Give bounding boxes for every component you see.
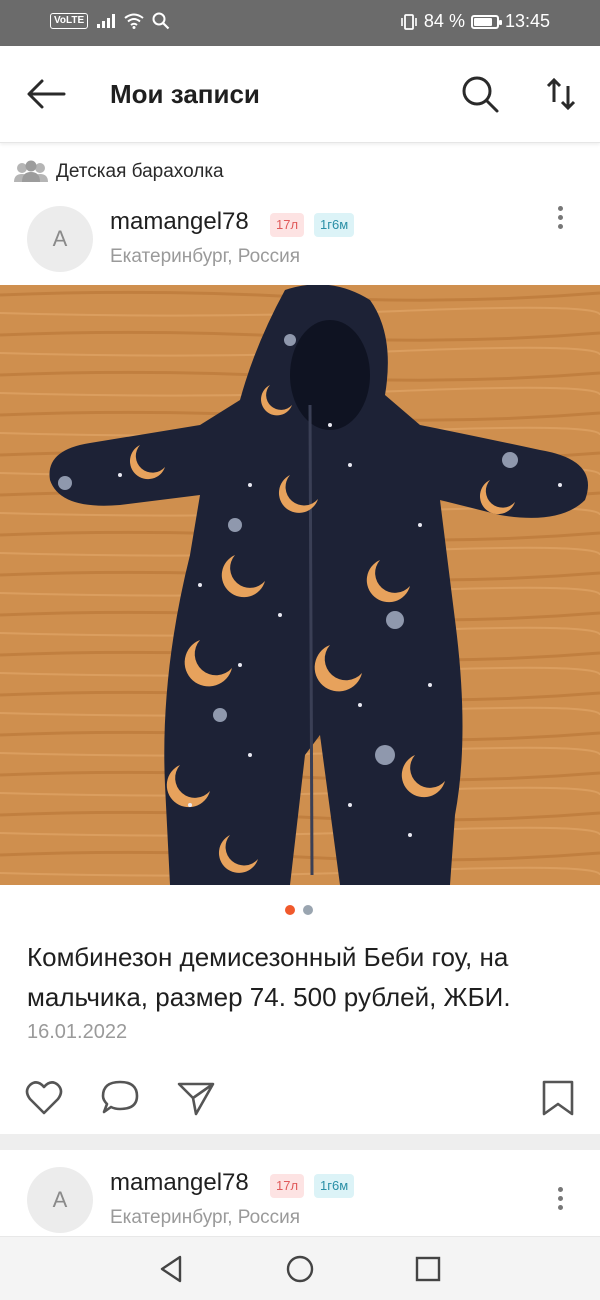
group-name[interactable]: Детская барахолка	[56, 161, 224, 183]
status-left: VoLTE	[50, 12, 170, 30]
post-header: A mamangel78 17л 1г6м Екатеринбург, Росс…	[0, 202, 600, 282]
post-header: A mamangel78 17л 1г6м Екатеринбург, Росс…	[0, 1163, 600, 1243]
nav-home-icon[interactable]	[284, 1253, 316, 1285]
search-icon[interactable]	[460, 74, 500, 114]
age-badge: 17л	[270, 213, 305, 237]
age-badge: 17л	[270, 1174, 305, 1198]
post-text: Комбинезон демисезонный Беби гоу, на мал…	[27, 942, 511, 1012]
page-title: Мои записи	[110, 79, 260, 109]
signal-icon	[97, 14, 116, 28]
author-name[interactable]: mamangel78	[110, 1169, 249, 1197]
status-bar: VoLTE 84 % 13:45	[0, 0, 600, 46]
nav-recents-icon[interactable]	[412, 1253, 444, 1285]
back-arrow-icon[interactable]	[24, 76, 68, 112]
heart-icon[interactable]	[24, 1078, 64, 1118]
wifi-icon	[124, 13, 144, 29]
pagination-dot-active	[285, 905, 295, 915]
photo-pagination	[285, 905, 313, 915]
comment-icon[interactable]	[100, 1078, 140, 1118]
battery-icon	[470, 14, 502, 29]
app-bar: Мои записи	[0, 46, 600, 143]
child-age-badge: 1г6м	[314, 213, 355, 237]
bookmark-icon[interactable]	[538, 1078, 578, 1118]
vibrate-icon	[401, 13, 417, 30]
system-nav-bar	[0, 1236, 600, 1300]
people-icon	[14, 160, 48, 182]
clock: 13:45	[504, 11, 550, 31]
pagination-dot	[303, 905, 313, 915]
avatar[interactable]: A	[27, 1167, 93, 1233]
location: Екатеринбург, Россия	[110, 246, 301, 267]
group-link[interactable]: Детская барахолка	[14, 160, 224, 184]
avatar[interactable]: A	[27, 206, 93, 272]
battery-percent: 84 %	[423, 11, 465, 31]
post-photo[interactable]	[0, 285, 600, 885]
post-separator	[0, 1134, 600, 1150]
status-right: 84 % 13:45	[400, 11, 550, 32]
more-options-icon[interactable]	[548, 1183, 572, 1219]
location: Екатеринбург, Россия	[110, 1207, 301, 1228]
more-options-icon[interactable]	[548, 202, 572, 238]
sort-icon[interactable]	[542, 74, 580, 114]
share-icon[interactable]	[176, 1078, 216, 1118]
author-name[interactable]: mamangel78	[110, 208, 249, 236]
nav-back-icon[interactable]	[156, 1253, 188, 1285]
volte-indicator: VoLTE	[50, 13, 89, 29]
search-icon	[152, 12, 170, 30]
post-date: 16.01.2022	[27, 1021, 128, 1043]
child-age-badge: 1г6м	[314, 1174, 355, 1198]
